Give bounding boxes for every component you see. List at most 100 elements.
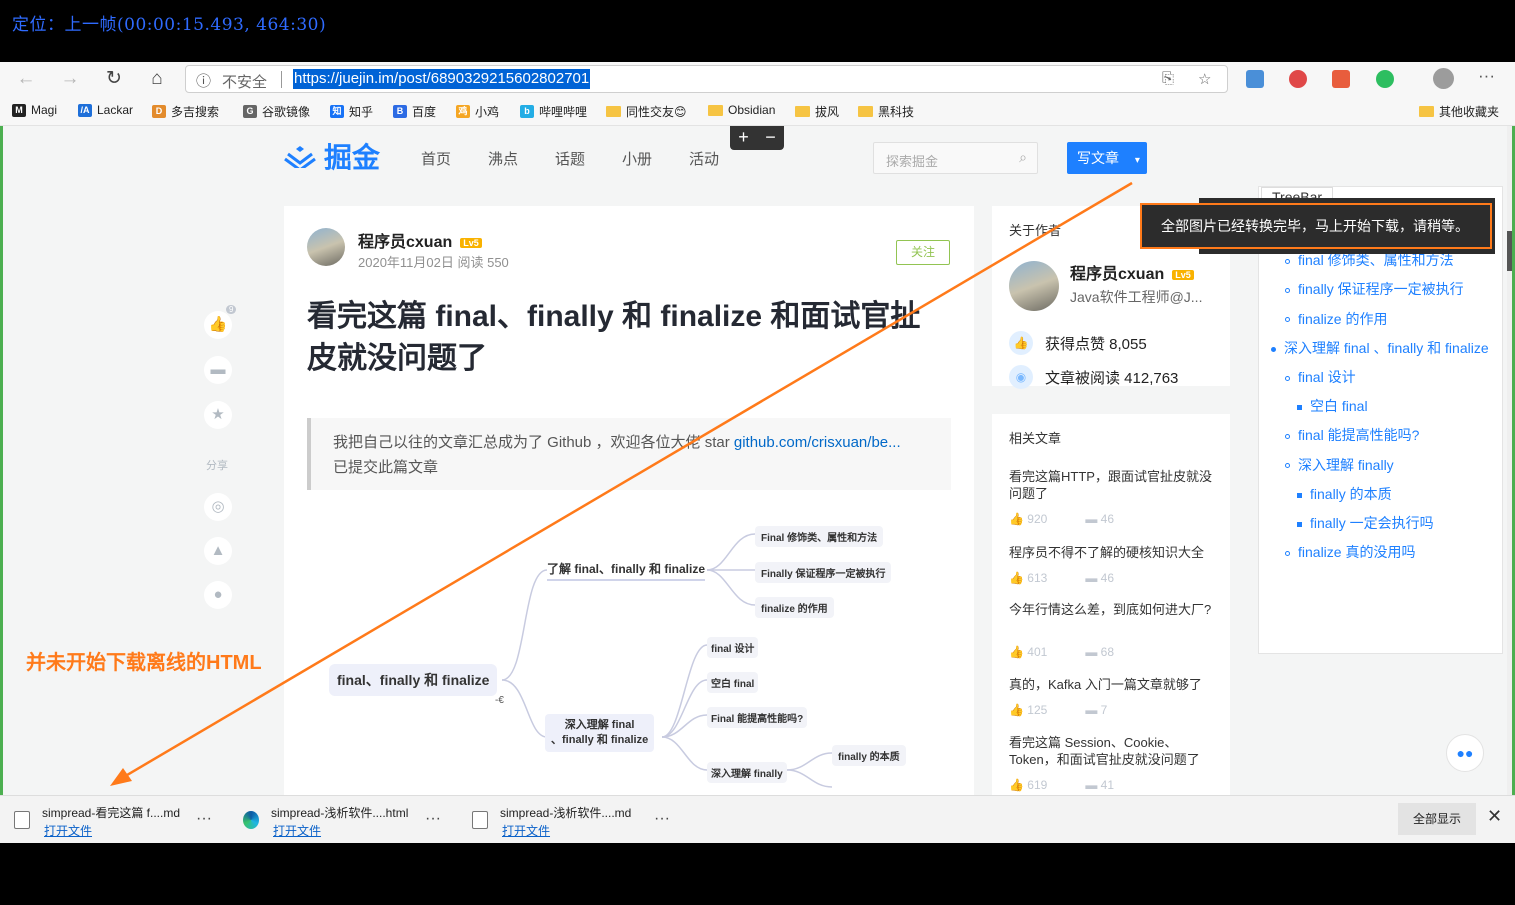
related-article-link[interactable]: 程序员不得不了解的硬核知识大全 — [1009, 544, 1219, 561]
treebar-item[interactable]: finally 的本质 — [1297, 484, 1392, 504]
download-item[interactable]: simpread-看完这篇 f....md 打开文件 ··· — [14, 802, 229, 840]
download-more-icon[interactable]: ··· — [196, 810, 212, 828]
nav-home[interactable]: 首页 — [421, 148, 451, 169]
favorite-star-icon[interactable]: ☆ — [1198, 70, 1211, 88]
bookmark-item[interactable]: Obsidian — [708, 103, 775, 117]
chevron-down-icon[interactable]: ▾ — [1135, 155, 1140, 166]
nav-events[interactable]: 活动 — [689, 148, 719, 169]
bookmark-icon: D — [152, 105, 166, 118]
like-icon[interactable]: 👍 — [204, 311, 232, 339]
comment-icon[interactable]: ▬ — [204, 356, 232, 384]
simpread-extension-icon[interactable] — [1332, 70, 1350, 88]
nav-books[interactable]: 小册 — [622, 148, 652, 169]
related-comments: ▬ 41 — [1085, 778, 1114, 792]
mindmap-node: Final 修饰类、属性和方法 — [755, 526, 884, 547]
author-name[interactable]: 程序员cxuan Lv5 — [358, 228, 482, 252]
follow-button[interactable]: 关注 — [896, 240, 950, 265]
browser-toolbar: ← → ↻ ⌂ ⓘ 不安全 https://juejin.im/post/689… — [0, 62, 1515, 96]
related-article-link[interactable]: 真的，Kafka 入门一篇文章就够了 — [1009, 676, 1219, 693]
treebar-item[interactable]: 深入理解 final 、finally 和 finalize — [1271, 338, 1489, 358]
bookmark-item[interactable]: 黑科技 — [858, 103, 914, 120]
back-button[interactable]: ← — [14, 67, 38, 91]
more-menu-icon[interactable]: ··· — [1478, 66, 1495, 86]
search-icon[interactable]: ⌕ — [1019, 149, 1027, 166]
author-card-avatar[interactable] — [1009, 261, 1059, 311]
download-item[interactable]: simpread-浅析软件....html 打开文件 ··· — [243, 802, 458, 840]
related-article-link[interactable]: 今年行情这么差，到底如何进大厂? — [1009, 601, 1219, 618]
related-article-link[interactable]: 看完这篇HTTP，跟面试官扯皮就没问题了 — [1009, 468, 1219, 502]
treebar-item[interactable]: final 设计 — [1285, 367, 1356, 387]
nav-topics[interactable]: 话题 — [555, 148, 585, 169]
evernote-extension-icon[interactable] — [1376, 70, 1394, 88]
reads-stat: ◉ 文章被阅读 412,763 — [1009, 365, 1178, 389]
download-more-icon[interactable]: ··· — [654, 810, 670, 828]
nav-pins[interactable]: 沸点 — [488, 148, 518, 169]
bullet-icon — [1285, 550, 1290, 556]
treebar-item[interactable]: finalize 真的没用吗 — [1285, 542, 1415, 562]
bookmark-item[interactable]: /A Lackar — [78, 103, 133, 117]
scrollbar[interactable] — [1507, 126, 1512, 796]
search-input[interactable]: 探索掘金 ⌕ — [873, 142, 1038, 174]
treebar-panel: TreeBar final、finally 和 finalizefinal 修饰… — [1258, 186, 1503, 654]
open-file-link[interactable]: 打开文件 — [273, 822, 321, 839]
scrollbar-thumb[interactable] — [1507, 231, 1512, 271]
zoom-out-button[interactable]: − — [757, 126, 784, 150]
extension-icon[interactable] — [1246, 70, 1264, 88]
wechat-share-icon[interactable]: ● — [204, 581, 232, 609]
treebar-item[interactable]: final 能提高性能吗? — [1285, 425, 1419, 445]
url-text[interactable]: https://juejin.im/post/68903292156028027… — [293, 69, 591, 89]
zoom-in-button[interactable]: + — [730, 126, 757, 150]
bookmark-item[interactable]: b 哔哩哔哩 — [520, 103, 587, 120]
close-icon[interactable]: ✕ — [1487, 806, 1502, 827]
bookmark-label: Magi — [31, 103, 58, 117]
treebar-item[interactable]: finally 一定会执行吗 — [1297, 513, 1434, 533]
mindmap-branch-2: 深入理解 final 、finally 和 finalize — [545, 714, 655, 752]
treebar-item[interactable]: finalize 的作用 — [1285, 309, 1387, 329]
write-article-button[interactable]: 写文章 ▾ — [1067, 142, 1147, 174]
juejin-logo-text: 掘金 — [324, 142, 381, 173]
bookmark-item[interactable]: 鸡小鸡 — [456, 103, 499, 120]
info-icon[interactable]: ⓘ — [196, 70, 211, 91]
article-meta: 2020年11月02日 阅读 550 — [358, 255, 509, 270]
open-file-link[interactable]: 打开文件 — [502, 822, 550, 839]
bookmark-item[interactable]: G 谷歌镜像 — [243, 103, 310, 120]
treebar-item[interactable]: finally 保证程序一定被执行 — [1285, 279, 1464, 299]
treebar-item[interactable]: 深入理解 finally — [1285, 455, 1394, 475]
author-card-name[interactable]: 程序员cxuan Lv5 — [1070, 260, 1194, 284]
forward-button[interactable]: → — [58, 67, 82, 91]
collect-icon[interactable]: ★ — [204, 401, 232, 429]
chat-icon[interactable]: ●● — [1446, 734, 1484, 772]
juejin-logo[interactable]: 掘金 — [284, 136, 380, 176]
bookmark-item[interactable]: 其他收藏夹 — [1419, 103, 1499, 120]
github-link[interactable]: github.com/crisxuan/be... — [734, 434, 901, 451]
open-file-link[interactable]: 打开文件 — [44, 822, 92, 839]
extension-icon[interactable] — [1289, 70, 1307, 88]
bookmark-item[interactable]: 知知乎 — [330, 103, 373, 120]
related-article-link[interactable]: 看完这篇 Session、Cookie、Token，和面试官扯皮就没问题了 — [1009, 734, 1219, 768]
download-more-icon[interactable]: ··· — [425, 810, 441, 828]
bullet-icon — [1271, 346, 1276, 352]
home-button[interactable]: ⌂ — [145, 67, 169, 91]
likes-count: 613 — [1027, 571, 1048, 585]
related-article-meta: 👍 125 ▬ 7 — [1009, 703, 1107, 717]
bookmark-icon: b — [520, 105, 534, 118]
bookmark-item[interactable]: 同性交友😊 — [606, 103, 687, 120]
profile-avatar[interactable] — [1433, 68, 1454, 89]
bookmark-item[interactable]: M Magi — [12, 103, 57, 117]
insecure-label[interactable]: 不安全 — [222, 71, 267, 92]
qq-share-icon[interactable]: ▲ — [204, 537, 232, 565]
treebar-item[interactable]: 空白 final — [1297, 396, 1368, 416]
author-avatar[interactable] — [307, 228, 345, 266]
weibo-share-icon[interactable]: ◎ — [204, 493, 232, 521]
reader-mode-icon[interactable]: ⎘ — [1162, 70, 1174, 87]
address-bar[interactable]: ⓘ 不安全 https://juejin.im/post/68903292156… — [185, 65, 1228, 93]
download-item[interactable]: simpread-浅析软件....md 打开文件 ··· — [472, 802, 687, 840]
refresh-button[interactable]: ↻ — [102, 67, 126, 91]
bookmark-item[interactable]: D 多吉搜索 — [152, 103, 219, 120]
bookmark-item[interactable]: B 百度 — [393, 103, 436, 120]
bookmark-item[interactable]: 拔风 — [795, 103, 839, 120]
article-title: 看完这篇 final、finally 和 finalize 和面试官扯皮就没问题… — [307, 300, 921, 375]
mindmap-node: 深入理解 finally — [707, 762, 787, 783]
article-panel: 程序员cxuan Lv5 2020年11月02日 阅读 550 关注 看完这篇 f… — [284, 206, 974, 796]
show-all-downloads-button[interactable]: 全部显示 — [1398, 803, 1476, 835]
